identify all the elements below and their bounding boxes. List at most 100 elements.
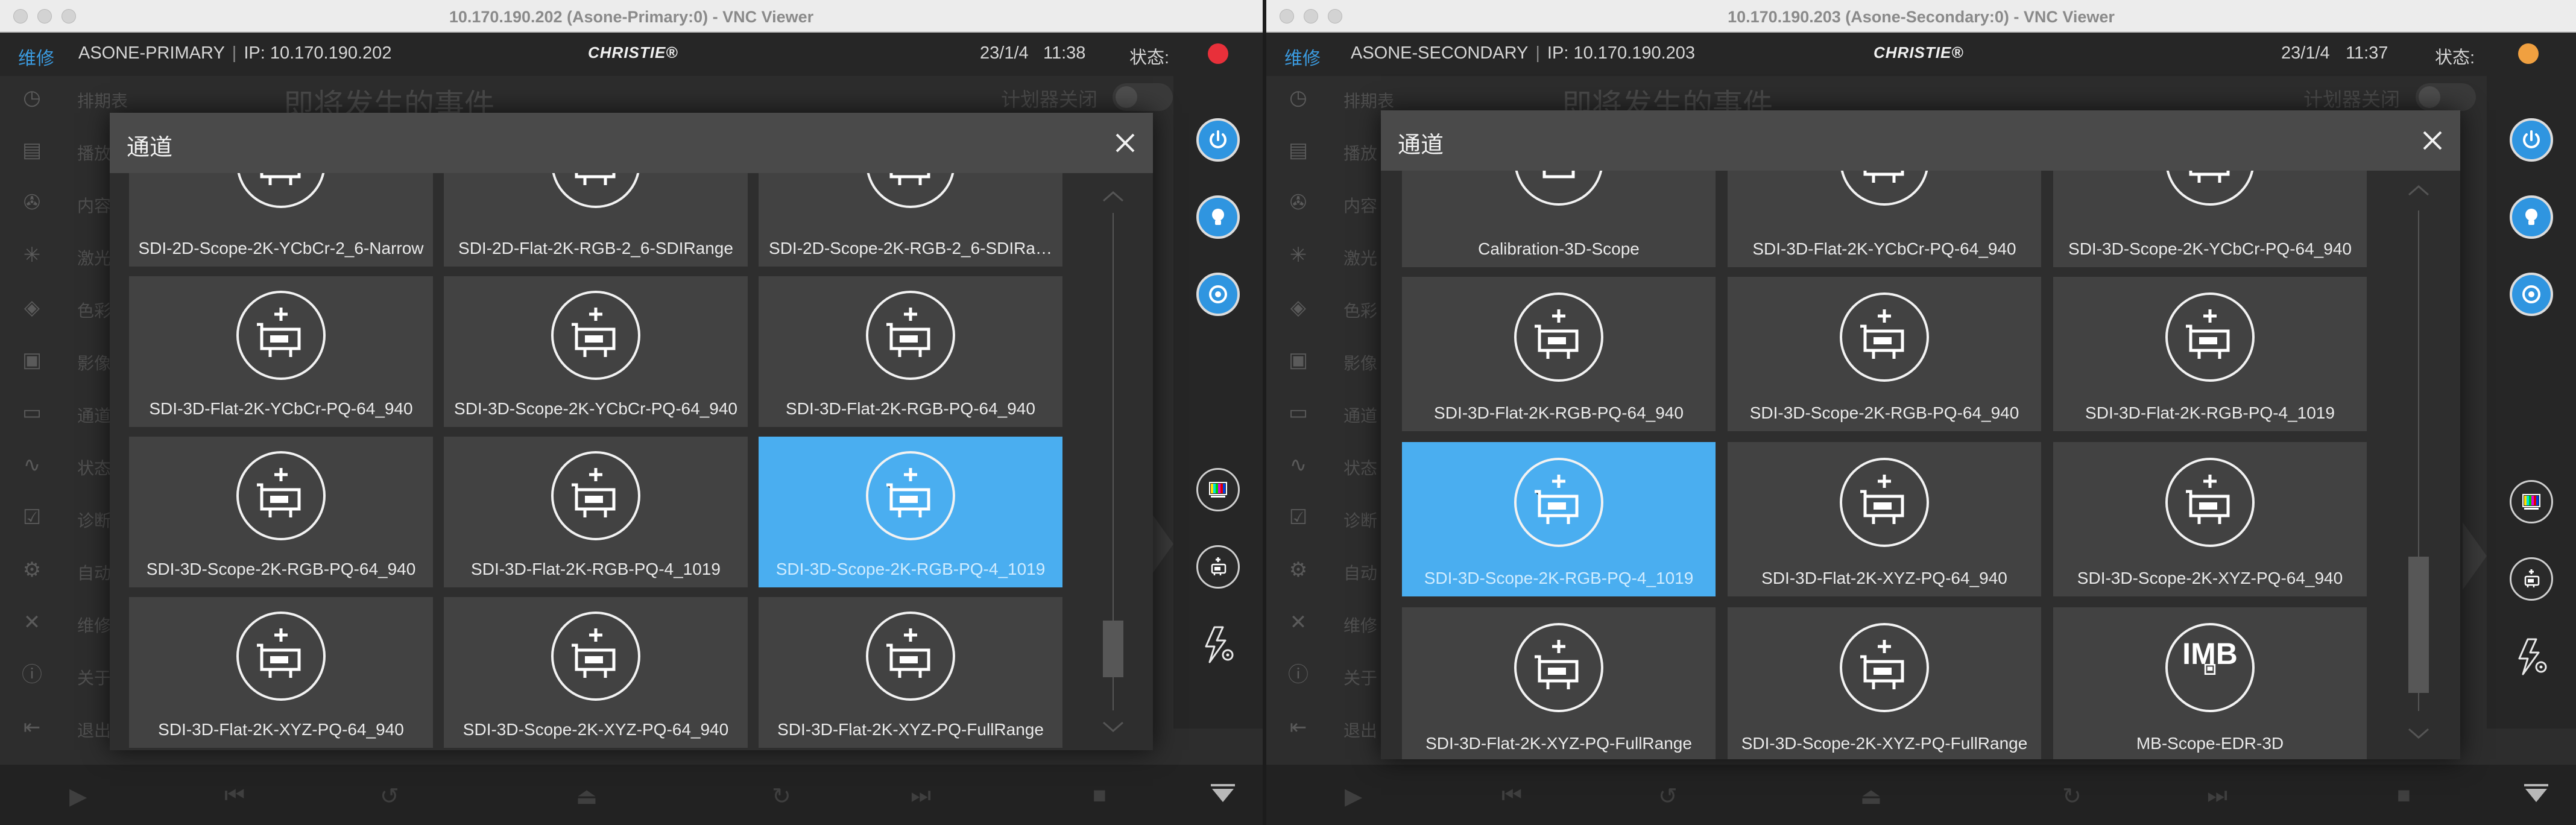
sidebar-item-about[interactable]: ⓘ 关于: [18, 663, 111, 688]
lamp-button[interactable]: [1196, 195, 1240, 239]
power-icon: [1210, 130, 1226, 148]
sidebar-item-exit[interactable]: ⇤ 退出: [1284, 715, 1377, 740]
sidebar-item-service[interactable]: ✕ 维修: [1284, 610, 1377, 635]
channel-tile[interactable]: SDI-3D-Flat-2K-XYZ-PQ-64_940: [129, 597, 433, 748]
rewind-icon[interactable]: ↺: [380, 783, 399, 810]
channel-button[interactable]: [2510, 557, 2553, 601]
channel-button[interactable]: [1196, 545, 1240, 589]
skip-back-icon[interactable]: ⏮: [224, 783, 245, 809]
status-indicator[interactable]: [2518, 43, 2539, 64]
skip-forward-icon[interactable]: ⏭: [2207, 783, 2227, 809]
channel-tile[interactable]: SDI-3D-Flat-2K-XYZ-PQ-64_940: [1728, 442, 2041, 596]
lamp-button[interactable]: [2510, 195, 2553, 239]
power-button[interactable]: [2510, 118, 2553, 162]
scrollbar-thumb[interactable]: [2408, 557, 2429, 693]
channel-tile[interactable]: SDI-3D-Flat-2K-RGB-PQ-4_1019: [444, 437, 748, 587]
sidebar-item-playback[interactable]: ▤ 播放: [18, 138, 111, 163]
channel-tile[interactable]: SDI-3D-Flat-2K-XYZ-PQ-FullRange: [759, 597, 1062, 748]
scrollbar[interactable]: [1075, 173, 1153, 750]
channel-tile[interactable]: Calibration-3D-Scope: [1402, 171, 1716, 267]
channel-tile[interactable]: SDI-2D-Scope-2K-RGB-2_6-SDIRa…: [759, 173, 1062, 267]
stop-icon[interactable]: ■: [1093, 783, 1106, 809]
shutter-button[interactable]: [2510, 273, 2553, 316]
channel-tile[interactable]: IMB MB-Scope-EDR-3D: [2053, 607, 2367, 759]
play-icon[interactable]: ▶: [1345, 783, 1362, 810]
rewind-icon[interactable]: ↺: [1658, 783, 1678, 810]
channel-tile[interactable]: SDI-3D-Scope-2K-YCbCr-PQ-64_940: [2053, 171, 2367, 267]
sidebar-item-diagnostics[interactable]: ☑ 诊断: [18, 505, 111, 530]
sidebar-item-content[interactable]: ✇ 内容: [18, 191, 111, 215]
panel-collapse-tab[interactable]: [2463, 522, 2487, 590]
channel-tile[interactable]: SDI-3D-Flat-2K-YCbCr-PQ-64_940: [1728, 171, 2041, 267]
scheduler-toggle[interactable]: [2416, 83, 2476, 111]
menu-down-icon[interactable]: [2523, 783, 2549, 804]
power-settings-button[interactable]: [2510, 634, 2553, 678]
sidebar-item-laser[interactable]: ✳ 激光: [1284, 243, 1377, 268]
channel-tile-selected[interactable]: SDI-3D-Scope-2K-RGB-PQ-4_1019: [759, 437, 1062, 587]
test-pattern-button[interactable]: [1196, 468, 1240, 511]
sidebar-item-content[interactable]: ✇ 内容: [1284, 191, 1377, 215]
channel-tile[interactable]: SDI-2D-Flat-2K-RGB-2_6-SDIRange: [444, 173, 748, 267]
scroll-up-icon[interactable]: [2407, 183, 2431, 197]
sidebar-item-color[interactable]: ◈ 色彩: [18, 296, 111, 320]
channel-tile[interactable]: SDI-3D-Scope-2K-RGB-PQ-64_940: [129, 437, 433, 587]
sidebar-item-color[interactable]: ◈ 色彩: [1284, 296, 1377, 320]
menu-down-icon[interactable]: [1210, 783, 1236, 804]
sidebar-item-service[interactable]: ✕ 维修: [18, 610, 111, 635]
sidebar-item-status[interactable]: ∿ 状态: [1284, 453, 1377, 478]
sidebar-item-image[interactable]: ▣ 影像: [18, 348, 111, 373]
sidebar-item-about[interactable]: ⓘ 关于: [1284, 663, 1377, 688]
close-icon[interactable]: [1112, 130, 1138, 156]
shutter-button[interactable]: [1196, 273, 1240, 316]
window-titlebar[interactable]: 10.170.190.203 (Asone-Secondary:0) - VNC…: [1266, 0, 2576, 33]
sidebar-item-playback[interactable]: ▤ 播放: [1284, 138, 1377, 163]
scheduler-toggle[interactable]: [1113, 83, 1173, 111]
sidebar-item-status[interactable]: ∿ 状态: [18, 453, 111, 478]
scroll-down-icon[interactable]: [2407, 727, 2431, 741]
scroll-down-icon[interactable]: [1101, 720, 1125, 735]
channel-tile[interactable]: SDI-3D-Flat-2K-YCbCr-PQ-64_940: [129, 276, 433, 427]
sidebar-item-laser[interactable]: ✳ 激光: [18, 243, 111, 268]
window-titlebar[interactable]: 10.170.190.202 (Asone-Primary:0) - VNC V…: [0, 0, 1263, 33]
panel-collapse-tab[interactable]: [1149, 510, 1173, 578]
channel-tile[interactable]: SDI-3D-Scope-2K-RGB-PQ-64_940: [1728, 277, 2041, 431]
scroll-up-icon[interactable]: [1101, 189, 1125, 203]
channel-tile[interactable]: SDI-3D-Scope-2K-XYZ-PQ-64_940: [444, 597, 748, 748]
channel-tile[interactable]: SDI-3D-Scope-2K-XYZ-PQ-FullRange: [1728, 607, 2041, 759]
skip-back-icon[interactable]: ⏮: [1501, 783, 1522, 809]
channel-tile-selected[interactable]: SDI-3D-Scope-2K-RGB-PQ-4_1019: [1402, 442, 1716, 596]
stop-icon[interactable]: ■: [2397, 783, 2411, 809]
sidebar-item-exit[interactable]: ⇤ 退出: [18, 715, 111, 740]
channel-tile[interactable]: SDI-3D-Scope-2K-YCbCr-PQ-64_940: [444, 276, 748, 427]
sidebar-item-schedule[interactable]: ◷ 排期表: [18, 86, 128, 110]
channel-tile[interactable]: SDI-2D-Scope-2K-YCbCr-2_6-Narrow: [129, 173, 433, 267]
sidebar-item-channel[interactable]: ▭ 通道: [18, 400, 111, 425]
test-pattern-button[interactable]: [2510, 480, 2553, 523]
loop-icon[interactable]: ↻: [2062, 783, 2082, 810]
eject-icon[interactable]: ⏏: [1860, 783, 1882, 810]
channel-tile[interactable]: SDI-3D-Flat-2K-RGB-PQ-64_940: [1402, 277, 1716, 431]
exit-icon: ⇤: [1289, 716, 1307, 739]
power-settings-button[interactable]: [1196, 622, 1240, 666]
scrollbar[interactable]: [2379, 171, 2460, 759]
eject-icon[interactable]: ⏏: [576, 783, 598, 810]
skip-forward-icon[interactable]: ⏭: [911, 783, 931, 809]
maintenance-link[interactable]: 维修: [1284, 43, 1321, 70]
sidebar-item-channel[interactable]: ▭ 通道: [1284, 400, 1377, 425]
sidebar-item-diagnostics[interactable]: ☑ 诊断: [1284, 505, 1377, 530]
sidebar-item-automation[interactable]: ⚙ 自动: [1284, 558, 1377, 583]
loop-icon[interactable]: ↻: [772, 783, 791, 810]
sidebar-item-automation[interactable]: ⚙ 自动: [18, 558, 111, 583]
channel-tile[interactable]: SDI-3D-Flat-2K-RGB-PQ-64_940: [759, 276, 1062, 427]
status-indicator[interactable]: [1208, 43, 1228, 64]
power-button[interactable]: [1196, 118, 1240, 162]
sidebar-item-schedule[interactable]: ◷ 排期表: [1284, 86, 1394, 110]
close-icon[interactable]: [2419, 127, 2446, 154]
channel-tile[interactable]: SDI-3D-Flat-2K-XYZ-PQ-FullRange: [1402, 607, 1716, 759]
maintenance-link[interactable]: 维修: [18, 43, 54, 70]
channel-tile[interactable]: SDI-3D-Scope-2K-XYZ-PQ-64_940: [2053, 442, 2367, 596]
sidebar-item-image[interactable]: ▣ 影像: [1284, 348, 1377, 373]
scrollbar-thumb[interactable]: [1103, 621, 1123, 677]
play-icon[interactable]: ▶: [69, 783, 87, 810]
channel-tile[interactable]: SDI-3D-Flat-2K-RGB-PQ-4_1019: [2053, 277, 2367, 431]
